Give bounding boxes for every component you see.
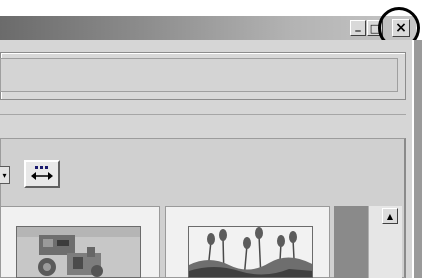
minimize-button[interactable]: _ [350,18,366,36]
grid-arrows-icon [31,166,53,180]
address-field[interactable] [0,58,398,92]
toolbar-separator [0,114,406,115]
machine-photo[interactable] [16,226,141,278]
tulip-photo-graphic [189,227,312,277]
minimize-icon: _ [355,18,361,32]
machine-photo-graphic [17,227,140,277]
window-right-border [412,40,422,278]
arrow-up-icon: ▲ [386,211,394,221]
scroll-up-button[interactable]: ▲ [382,208,398,224]
thumbnail-view-button[interactable] [24,160,60,188]
scroll-area-gap [334,206,368,278]
tulip-photo[interactable] [188,226,313,278]
chevron-down-icon: ▾ [2,170,7,180]
view-dropdown-button[interactable]: ▾ [0,166,10,184]
